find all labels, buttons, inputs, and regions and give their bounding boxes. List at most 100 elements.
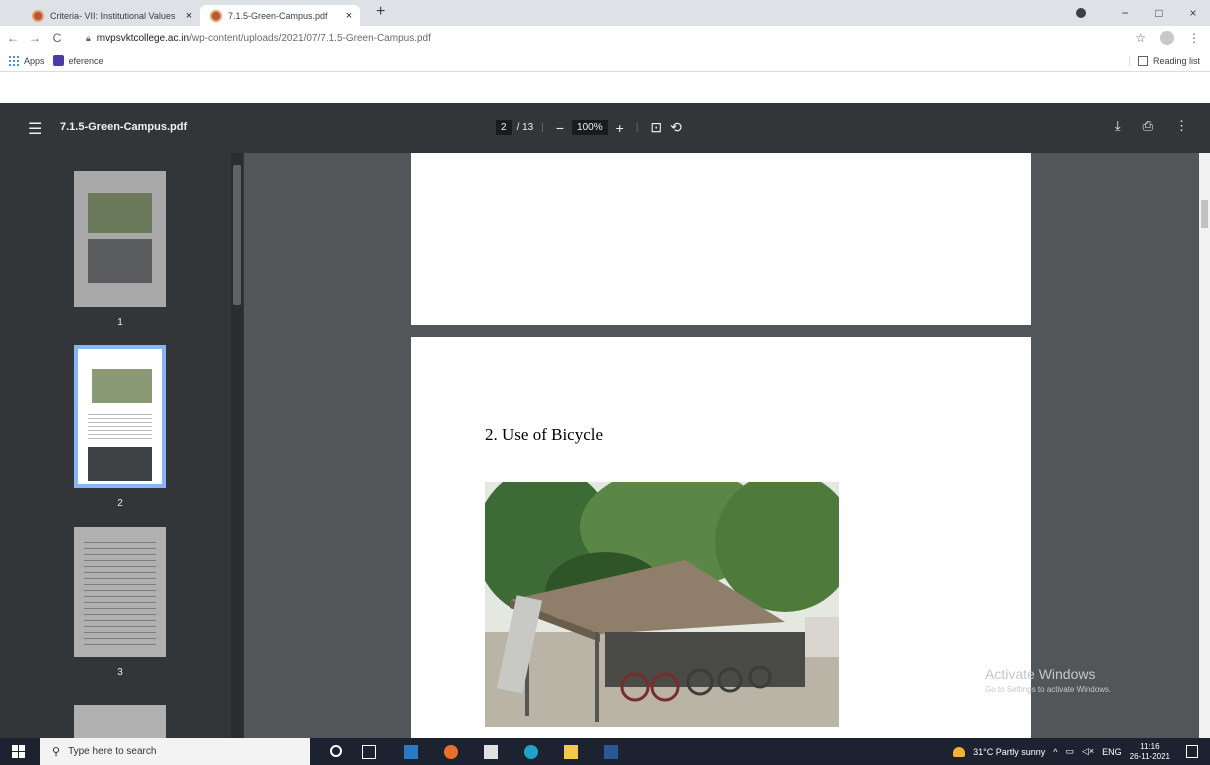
- reading-list-label: Reading list: [1152, 55, 1200, 66]
- fit-page-icon[interactable]: ⊡: [650, 119, 662, 136]
- divider: |: [541, 122, 544, 133]
- weather-text[interactable]: 31°C Partly sunny: [973, 747, 1045, 757]
- bookmark-eference[interactable]: eference: [52, 55, 104, 66]
- page-number-input[interactable]: 2: [496, 120, 512, 135]
- reload-icon[interactable]: C: [48, 31, 66, 45]
- pdf-page-1: [411, 153, 1031, 325]
- maximize-button[interactable]: □: [1142, 6, 1176, 20]
- thumbnail-label: 2: [117, 498, 123, 509]
- network-icon[interactable]: ▭: [1065, 746, 1074, 757]
- page-controls: 2 / 13 | − 100% + | ⊡ ⟲: [496, 119, 686, 136]
- watermark-subtitle: Go to Settings to activate Windows.: [985, 685, 1112, 694]
- system-tray: 31°C Partly sunny ^ ▭ ◁× ENG 11:16 26-11…: [953, 738, 1170, 765]
- zoom-input[interactable]: 100%: [572, 120, 608, 135]
- rotate-icon[interactable]: ⟲: [670, 119, 682, 136]
- more-options-icon[interactable]: ⋮: [1175, 118, 1188, 134]
- pdf-page-2: 2. Use of Bicycle: [411, 337, 1031, 738]
- pdf-document-area[interactable]: 2. Use of Bicycle: [244, 153, 1200, 738]
- pdf-filename: 7.1.5-Green-Campus.pdf: [60, 121, 188, 133]
- activate-windows-watermark: Activate Windows Go to Settings to activ…: [985, 666, 1111, 694]
- bookmark-apps[interactable]: Apps: [8, 55, 45, 66]
- download-icon[interactable]: ⤓: [1115, 118, 1121, 134]
- print-icon[interactable]: ⎙: [1143, 118, 1153, 134]
- tray-chevron-icon[interactable]: ^: [1053, 747, 1057, 757]
- browser-toolbar: ← → C 🔒︎ mvpsvktcollege.ac.in/wp-content…: [0, 26, 1210, 50]
- hamburger-menu-icon[interactable]: ☰: [28, 119, 42, 139]
- tab-close-icon[interactable]: ×: [182, 10, 196, 22]
- weather-icon: [953, 746, 966, 757]
- page-total: / 13: [516, 122, 534, 133]
- bookmark-label: Apps: [24, 55, 45, 66]
- word-icon[interactable]: [604, 745, 618, 759]
- clock[interactable]: 11:16 26-11-2021: [1130, 742, 1170, 762]
- bicycle-shed-photo: [485, 482, 839, 727]
- edge-icon[interactable]: [524, 745, 538, 759]
- divider: |: [635, 122, 639, 133]
- zoom-out-button[interactable]: −: [556, 120, 564, 136]
- thumbnail-image: [74, 171, 166, 307]
- tab-close-icon[interactable]: ×: [342, 10, 356, 22]
- thumbnail-image: [74, 527, 166, 657]
- thumbnail-page-1[interactable]: 1: [74, 171, 166, 328]
- page-gap: [0, 73, 1210, 103]
- tab-strip: Criteria- VII: Institutional Values × 7.…: [0, 0, 1210, 26]
- profile-indicator-icon[interactable]: [1076, 8, 1086, 18]
- reading-list-icon: [1137, 55, 1148, 66]
- college-favicon-icon: [32, 9, 44, 22]
- tab-title: Criteria- VII: Institutional Values: [50, 10, 176, 21]
- new-tab-button[interactable]: +: [376, 3, 385, 21]
- college-favicon-icon: [210, 9, 222, 22]
- pdf-viewer-toolbar: ☰ 7.1.5-Green-Campus.pdf 2 / 13 | − 100%…: [0, 103, 1210, 153]
- apps-grid-icon: [8, 55, 19, 66]
- minimize-button[interactable]: −: [1108, 6, 1142, 20]
- windows-taskbar: ⚲ Type here to search 31°C Partly sunny …: [0, 738, 1210, 765]
- browser-menu-icon[interactable]: ⋮: [1188, 31, 1200, 45]
- tab-title: 7.1.5-Green-Campus.pdf: [228, 10, 328, 21]
- thumbnail-page-2[interactable]: 2: [74, 345, 166, 509]
- sidebar-scrollbar[interactable]: [231, 153, 243, 738]
- forward-arrow-icon[interactable]: →: [26, 31, 44, 45]
- search-placeholder: Type here to search: [68, 746, 157, 757]
- bookmarks-bar: Apps eference Reading list: [0, 50, 1210, 72]
- lock-icon[interactable]: 🔒︎: [86, 33, 91, 44]
- store-icon[interactable]: [484, 745, 498, 759]
- tab-criteria[interactable]: Criteria- VII: Institutional Values ×: [22, 5, 200, 26]
- reading-list-button[interactable]: Reading list: [1128, 55, 1200, 66]
- chrome-icon[interactable]: [444, 745, 458, 759]
- time: 11:16: [1140, 741, 1160, 751]
- url-path: /wp-content/uploads/2021/07/7.1.5-Green-…: [189, 32, 431, 44]
- thumbnail-image: [74, 705, 166, 738]
- address-bar[interactable]: mvpsvktcollege.ac.in/wp-content/uploads/…: [97, 33, 431, 44]
- search-icon: ⚲: [52, 746, 61, 758]
- volume-icon[interactable]: ◁×: [1082, 746, 1094, 757]
- windows-start-icon[interactable]: [12, 745, 25, 758]
- watermark-title: Activate Windows: [985, 666, 1096, 682]
- notification-icon[interactable]: [1186, 745, 1198, 758]
- page-heading: 2. Use of Bicycle: [485, 425, 604, 444]
- back-arrow-icon[interactable]: ←: [4, 31, 22, 45]
- url-host: mvpsvktcollege.ac.in: [96, 32, 190, 44]
- thumbnail-label: 3: [117, 667, 123, 678]
- taskbar-search-box[interactable]: ⚲ Type here to search: [40, 738, 310, 765]
- zoom-in-button[interactable]: +: [616, 120, 624, 136]
- main-scrollbar-thumb[interactable]: [1201, 200, 1208, 228]
- bookmark-label: eference: [68, 55, 104, 66]
- bookmark-favicon-icon: [52, 55, 64, 66]
- bookmark-star-icon[interactable]: ☆: [1135, 31, 1146, 45]
- cortana-icon[interactable]: [330, 745, 342, 757]
- close-window-button[interactable]: ×: [1176, 6, 1210, 20]
- thumbnail-image: [74, 345, 166, 488]
- photos-app-icon[interactable]: [404, 745, 418, 759]
- date: 26-11-2021: [1129, 751, 1170, 761]
- language-indicator[interactable]: ENG: [1102, 747, 1122, 757]
- thumbnail-sidebar: 1 2 3: [0, 153, 244, 738]
- tab-green-campus-pdf[interactable]: 7.1.5-Green-Campus.pdf ×: [200, 5, 360, 26]
- bicycle-shed-photo-image: [485, 482, 839, 727]
- main-scrollbar[interactable]: [1199, 153, 1210, 738]
- thumbnail-page-4[interactable]: [74, 705, 166, 738]
- profile-avatar[interactable]: [1160, 31, 1174, 45]
- task-view-icon[interactable]: [362, 745, 376, 759]
- file-explorer-icon[interactable]: [564, 745, 578, 759]
- sidebar-scrollbar-thumb[interactable]: [233, 165, 241, 305]
- thumbnail-page-3[interactable]: 3: [74, 527, 166, 678]
